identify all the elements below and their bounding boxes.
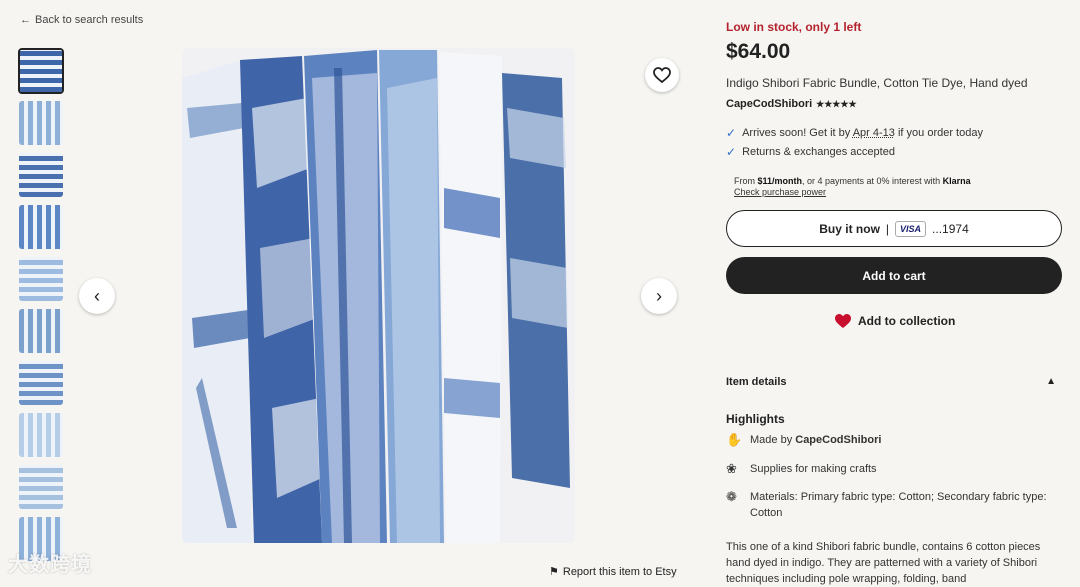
thumbnail-image [19, 413, 63, 457]
watermark-text: 大数跨境 [8, 554, 92, 576]
buy-it-now-button[interactable]: Buy it now | VISA ...1974 [726, 210, 1062, 247]
add-to-cart-button[interactable]: Add to cart [726, 257, 1062, 294]
made-by-prefix: Made by [750, 434, 795, 446]
add-to-collection-label: Add to collection [858, 314, 955, 328]
arrival-prefix: Arrives soon! Get it by [742, 127, 853, 139]
thumbnail-image [20, 50, 62, 92]
arrow-left-icon: ← [20, 14, 31, 26]
back-label: Back to search results [35, 14, 143, 26]
klarna-info: From $11/month, or 4 payments at 0% inte… [734, 176, 971, 198]
heart-filled-icon [834, 313, 852, 329]
flag-icon: ⚑ [549, 565, 559, 578]
buy-now-label: Buy it now [819, 222, 880, 236]
fabric-icon: ❁ [726, 489, 742, 505]
materials-row: ❁ Materials: Primary fabric type: Cotton… [726, 489, 1066, 521]
report-item-link[interactable]: ⚑ Report this item to Etsy [549, 565, 677, 578]
watermark-logo: 大数跨境 [8, 548, 92, 577]
thumbnail-list [18, 48, 66, 568]
klarna-amount: $11/month [758, 176, 803, 186]
chevron-left-icon: ‹ [94, 286, 100, 307]
item-details-title: Item details [726, 376, 787, 388]
thumbnail-image [19, 101, 63, 145]
thumbnail-9[interactable] [18, 464, 64, 510]
thumbnail-3[interactable] [18, 152, 64, 198]
supplies-label: Supplies for making crafts [750, 461, 877, 477]
thumbnail-5[interactable] [18, 256, 64, 302]
highlights-title: Highlights [726, 412, 785, 426]
arrival-suffix: if you order today [895, 127, 983, 139]
next-image-button[interactable]: › [641, 278, 677, 314]
klarna-mid: , or 4 payments at 0% interest with [802, 176, 943, 186]
arrival-dates[interactable]: Apr 4-13 [853, 127, 895, 139]
back-to-search-link[interactable]: ← Back to search results [20, 14, 143, 26]
thumbnail-image [19, 361, 63, 405]
rating-stars: ★★★★★ [816, 99, 856, 110]
checkmark-icon: ✓ [726, 145, 736, 159]
thumbnail-6[interactable] [18, 308, 64, 354]
thumbnail-8[interactable] [18, 412, 64, 458]
materials-label: Materials: Primary fabric type: Cotton; … [750, 489, 1066, 521]
thumbnail-image [19, 205, 63, 249]
shop-name-link[interactable]: CapeCodShibori [726, 98, 812, 110]
returns-label: Returns & exchanges accepted [742, 146, 895, 158]
previous-image-button[interactable]: ‹ [79, 278, 115, 314]
item-details-toggle[interactable]: Item details ▲ [726, 376, 1062, 388]
favorite-button[interactable] [645, 58, 679, 92]
thumbnail-image [19, 257, 63, 301]
supplies-row: ❀ Supplies for making crafts [726, 461, 1066, 477]
arrival-info: ✓ Arrives soon! Get it by Apr 4-13 if yo… [726, 126, 983, 140]
description-text: This one of a kind Shibori fabric bundle… [726, 539, 1066, 587]
thumbnail-1[interactable] [18, 48, 64, 94]
main-product-image [182, 48, 575, 543]
thumbnail-image [19, 153, 63, 197]
price: $64.00 [726, 40, 790, 64]
yarn-icon: ❀ [726, 461, 742, 477]
returns-info: ✓ Returns & exchanges accepted [726, 145, 895, 159]
chevron-right-icon: › [656, 286, 662, 307]
buy-separator: | [886, 222, 889, 236]
chevron-up-icon: ▲ [1046, 376, 1056, 388]
visa-icon: VISA [895, 221, 926, 237]
made-by-row: ✋ Made by CapeCodShibori [726, 432, 1066, 448]
check-purchase-power-link[interactable]: Check purchase power [734, 187, 971, 198]
report-label: Report this item to Etsy [563, 566, 677, 578]
thumbnail-4[interactable] [18, 204, 64, 250]
thumbnail-image [19, 465, 63, 509]
thumbnail-7[interactable] [18, 360, 64, 406]
card-last4: ...1974 [932, 222, 969, 236]
stock-status: Low in stock, only 1 left [726, 20, 861, 34]
made-by-shop-link[interactable]: CapeCodShibori [795, 434, 881, 446]
hand-icon: ✋ [726, 432, 742, 448]
listing-title: Indigo Shibori Fabric Bundle, Cotton Tie… [726, 76, 1028, 90]
klarna-from: From [734, 176, 758, 186]
heart-outline-icon [653, 67, 671, 83]
fabric-rolls-image [182, 48, 575, 543]
thumbnail-image [19, 309, 63, 353]
thumbnail-2[interactable] [18, 100, 64, 146]
checkmark-icon: ✓ [726, 126, 736, 140]
add-to-collection-button[interactable]: Add to collection [834, 313, 955, 329]
klarna-brand: Klarna [943, 176, 971, 186]
